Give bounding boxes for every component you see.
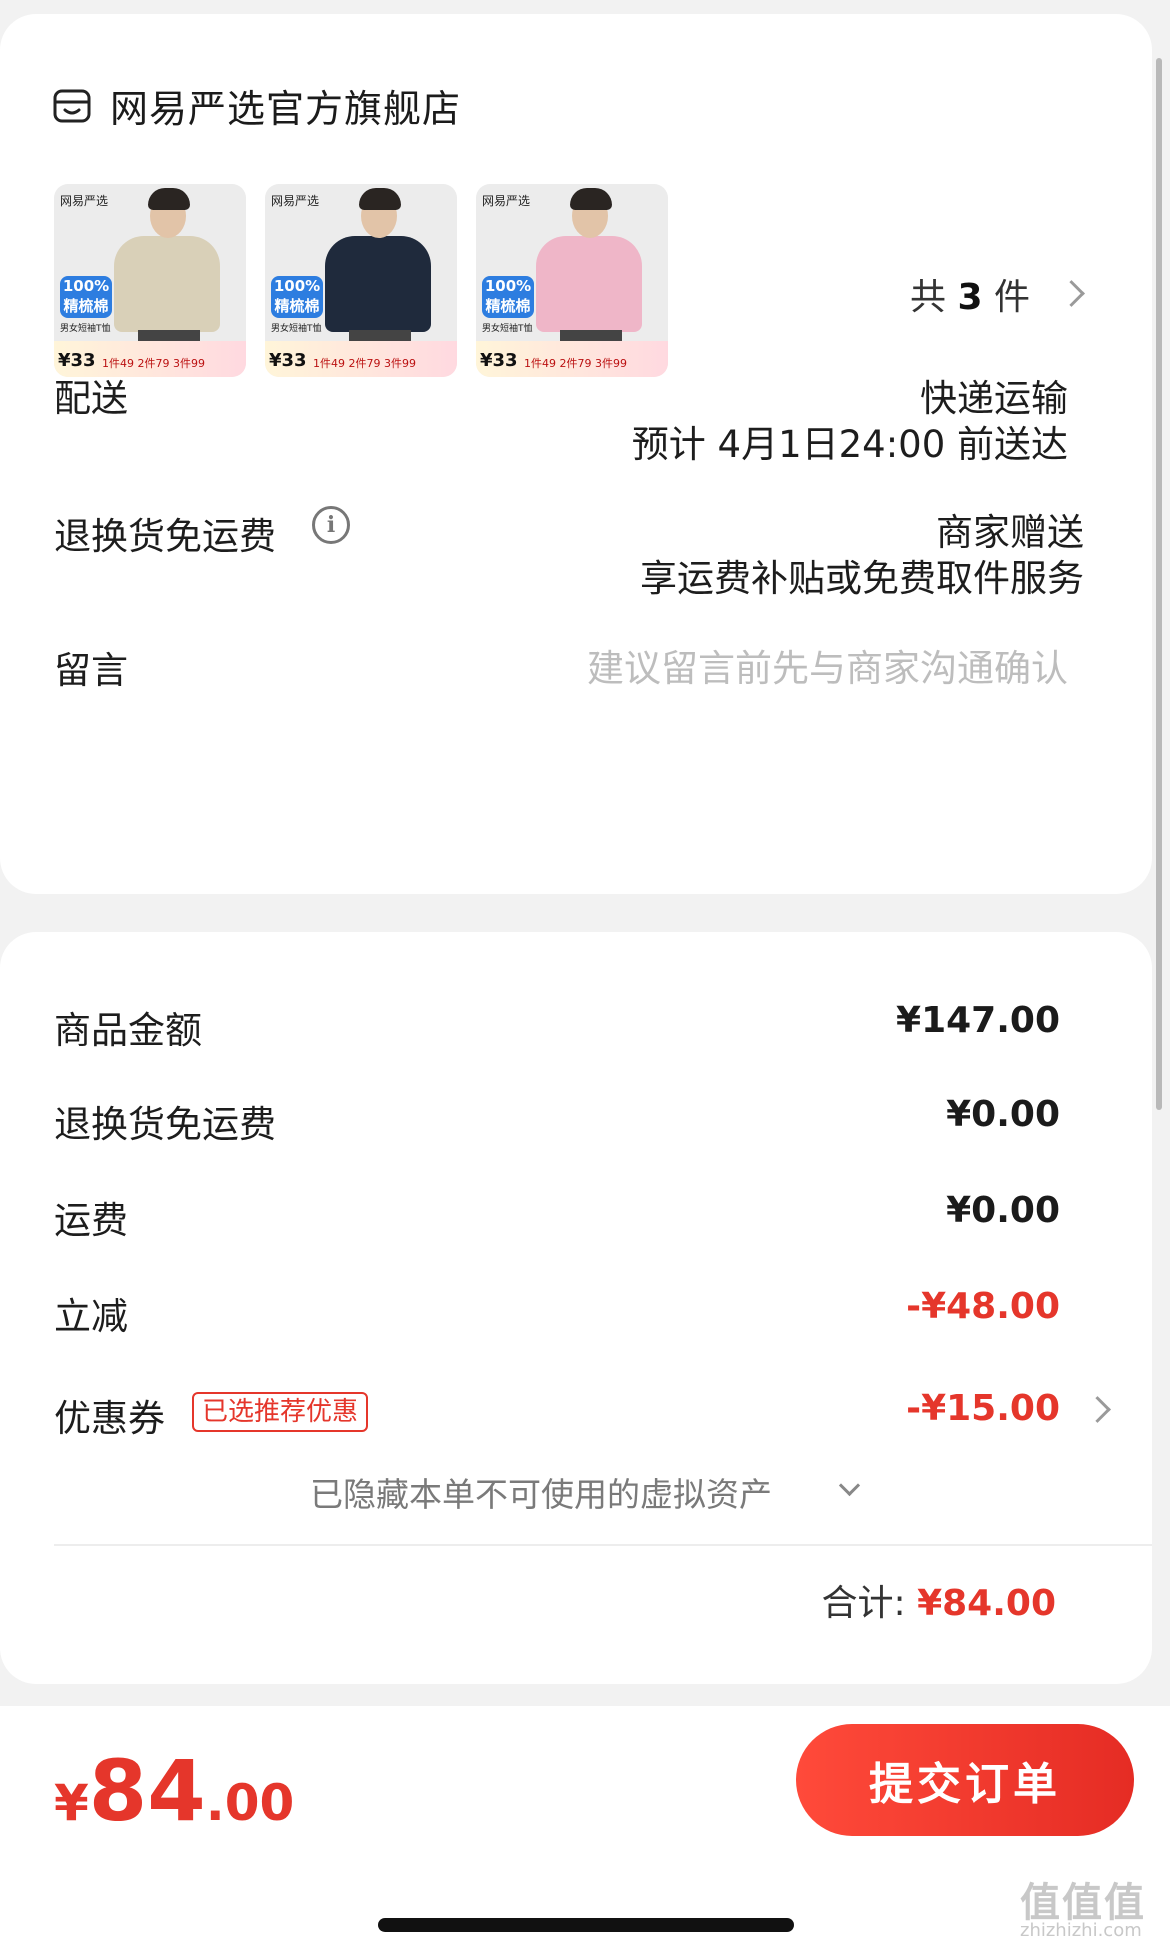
thumb-badge: 100% 精梳棉 — [271, 276, 323, 318]
total-value: ¥84.00 — [917, 1583, 1056, 1624]
return-shipping-label: 退换货免运费 — [54, 515, 276, 558]
message-label: 留言 — [54, 649, 128, 692]
coupon-label[interactable]: 优惠券 — [54, 1388, 165, 1442]
total-label: 合计: — [821, 1583, 906, 1624]
discount-value: -¥48.00 — [906, 1286, 1060, 1327]
watermark-url: zhizhizhi.com — [1020, 1920, 1142, 1941]
item-count-number: 3 — [957, 277, 983, 318]
home-indicator[interactable] — [378, 1918, 794, 1932]
product-thumbnail[interactable]: 网易严选 100% 精梳棉男女短袖T恤 ¥33 1件49 2件79 3件99 — [476, 184, 668, 377]
price-decimal: .00 — [205, 1774, 295, 1832]
scrollbar[interactable] — [1156, 58, 1162, 1110]
goods-amount-label: 商品金额 — [54, 1009, 202, 1052]
product-thumbnail[interactable]: 网易严选 100% 精梳棉 男女短袖T恤 ¥33 1件49 2件79 3件99 — [54, 184, 246, 377]
submit-order-button[interactable]: 提交订单 — [796, 1724, 1134, 1836]
thumb-badge: 100% 精梳棉 — [482, 276, 534, 318]
thumb-promo: 1件49 2件79 3件99 — [313, 357, 416, 370]
return-fee-label: 退换货免运费 — [54, 1103, 276, 1146]
goods-amount-value: ¥147.00 — [896, 1000, 1060, 1041]
store-header[interactable]: 网易严选官方旗舰店 — [52, 78, 461, 133]
thumb-price: ¥33 — [269, 350, 307, 371]
product-shirt — [536, 236, 642, 332]
price-symbol: ¥ — [54, 1774, 89, 1832]
product-shirt — [114, 236, 220, 332]
total-row: 合计: ¥84.00 — [821, 1574, 1056, 1626]
thumb-price: ¥33 — [480, 350, 518, 371]
store-icon — [53, 89, 91, 122]
item-count-suffix: 件 — [993, 277, 1030, 318]
message-input[interactable]: 建议留言前先与商家沟通确认 — [587, 638, 1068, 692]
item-count-prefix: 共 — [910, 277, 947, 318]
thumb-badge: 100% 精梳棉 — [60, 276, 112, 318]
payable-price: ¥84.00 — [54, 1742, 294, 1840]
thumb-promo: 1件49 2件79 3件99 — [524, 357, 627, 370]
thumb-brand: 网易严选 — [60, 194, 109, 208]
return-fee-value: ¥0.00 — [946, 1094, 1060, 1135]
delivery-eta: 预计 4月1日24:00 前送达 — [631, 423, 1068, 466]
model-hair — [359, 188, 401, 210]
thumb-tag: 男女短袖T恤 — [271, 324, 322, 334]
thumb-tag: 男女短袖T恤 — [60, 324, 111, 334]
freight-value: ¥0.00 — [946, 1190, 1060, 1231]
product-thumbnail[interactable]: 网易严选 100% 精梳棉男女短袖T恤 ¥33 1件49 2件79 3件99 — [265, 184, 457, 377]
price-integer: 84 — [88, 1742, 206, 1840]
thumb-brand: 网易严选 — [271, 194, 320, 208]
order-card: 网易严选官方旗舰店 网易严选 100% 精梳棉男女短袖T恤 ¥33 1件49 2件79… — [0, 14, 1152, 894]
thumb-brand: 网易严选 — [482, 194, 531, 208]
model-hair — [148, 188, 190, 210]
item-count[interactable]: 共 3 件 — [910, 268, 1030, 320]
discount-label: 立减 — [54, 1295, 128, 1338]
product-shirt — [325, 236, 431, 332]
chevron-right-icon[interactable] — [1058, 280, 1085, 307]
return-shipping-detail: 享运费补贴或免费取件服务 — [640, 557, 1084, 600]
coupon-tag: 已选推荐优惠 — [192, 1392, 369, 1432]
hidden-assets-toggle[interactable]: 已隐藏本单不可使用的虚拟资产 — [310, 1468, 772, 1516]
product-thumbnails[interactable]: 网易严选 100% 精梳棉男女短袖T恤 ¥33 1件49 2件79 3件99 网易严选 1… — [54, 184, 668, 377]
coupon-value[interactable]: -¥15.00 — [906, 1388, 1060, 1429]
divider — [54, 1544, 1152, 1546]
delivery-label: 配送 — [54, 377, 128, 420]
model-hair — [570, 188, 612, 210]
freight-label: 运费 — [54, 1199, 128, 1242]
store-name: 网易严选官方旗舰店 — [110, 87, 462, 131]
info-icon[interactable]: i — [312, 506, 350, 544]
thumb-tag: 男女短袖T恤 — [482, 324, 533, 334]
